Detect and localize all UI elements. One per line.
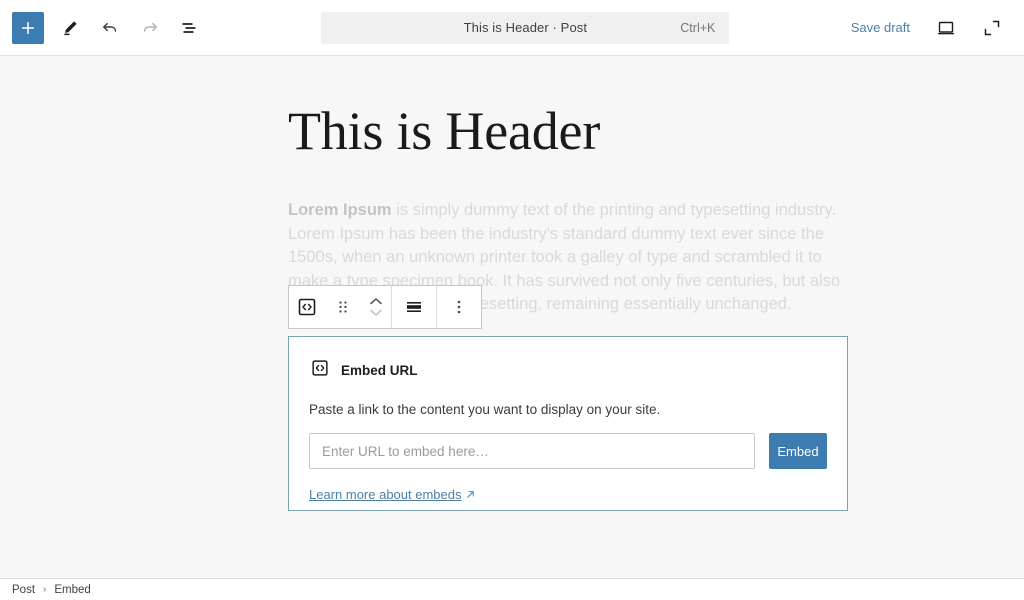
three-dots-vertical-icon — [449, 297, 469, 317]
learn-more-label: Learn more about embeds — [309, 487, 462, 502]
editor-canvas: This is Header Lorem Ipsum is simply dum… — [0, 56, 1024, 578]
undo-button[interactable] — [92, 10, 128, 46]
add-block-button[interactable] — [12, 11, 44, 44]
command-center-button[interactable]: This is Header · Post Ctrl+K — [321, 11, 730, 44]
post-title[interactable]: This is Header — [288, 101, 848, 161]
pencil-icon — [60, 18, 80, 38]
external-link-icon — [465, 489, 476, 500]
list-view-icon — [179, 17, 201, 39]
plus-icon — [19, 19, 37, 37]
desktop-preview-icon — [935, 17, 957, 39]
breadcrumb-item-embed[interactable]: Embed — [54, 584, 90, 596]
embed-block-header: Embed URL — [309, 357, 827, 384]
embed-block-description: Paste a link to the content you want to … — [309, 402, 661, 417]
edit-mode-button[interactable] — [52, 10, 88, 46]
drag-handle-button[interactable] — [325, 286, 361, 328]
align-wide-icon — [402, 295, 426, 319]
block-toolbar — [288, 285, 482, 329]
embed-block-icon — [295, 295, 319, 319]
redo-button[interactable] — [132, 10, 168, 46]
post-content: This is Header Lorem Ipsum is simply dum… — [288, 56, 848, 316]
embed-url-input[interactable] — [309, 433, 755, 469]
list-view-button[interactable] — [172, 10, 208, 46]
embed-form: Embed — [309, 433, 827, 469]
paragraph-lead-text: Lorem Ipsum — [288, 201, 392, 220]
top-bar-right-tools: Save draft — [843, 10, 1012, 46]
breadcrumb-separator: › — [43, 584, 47, 595]
top-bar-left-tools — [12, 10, 208, 46]
embed-block-placeholder: Embed URL Paste a link to the content yo… — [288, 336, 848, 511]
preview-button[interactable] — [928, 10, 964, 46]
fullscreen-button[interactable] — [974, 10, 1010, 46]
redo-icon — [140, 18, 160, 38]
block-toolbar-group-options — [437, 286, 481, 328]
block-type-switcher-button[interactable] — [289, 286, 325, 328]
undo-icon — [100, 18, 120, 38]
embed-submit-button[interactable]: Embed — [769, 433, 827, 469]
editor-top-bar: This is Header · Post Ctrl+K Save draft — [0, 0, 1024, 56]
top-bar-center: This is Header · Post Ctrl+K — [208, 11, 843, 44]
align-button[interactable] — [392, 286, 436, 328]
breadcrumb-item-post[interactable]: Post — [12, 584, 35, 596]
block-breadcrumb-bar: Post › Embed — [0, 578, 1024, 600]
move-down-button[interactable] — [367, 307, 385, 318]
block-options-button[interactable] — [437, 286, 481, 328]
expand-icon — [981, 17, 1003, 39]
move-up-button[interactable] — [367, 296, 385, 307]
block-movers — [361, 286, 391, 328]
embed-block-icon — [309, 357, 331, 384]
save-draft-button[interactable]: Save draft — [843, 14, 918, 41]
learn-more-about-embeds-link[interactable]: Learn more about embeds — [309, 487, 476, 502]
embed-block-heading: Embed URL — [341, 363, 418, 378]
command-center-title: This is Header · Post — [463, 20, 588, 35]
command-center-shortcut: Ctrl+K — [680, 20, 716, 35]
block-toolbar-group-align — [392, 286, 436, 328]
block-toolbar-group-primary — [289, 286, 391, 328]
drag-handle-icon — [334, 298, 352, 316]
